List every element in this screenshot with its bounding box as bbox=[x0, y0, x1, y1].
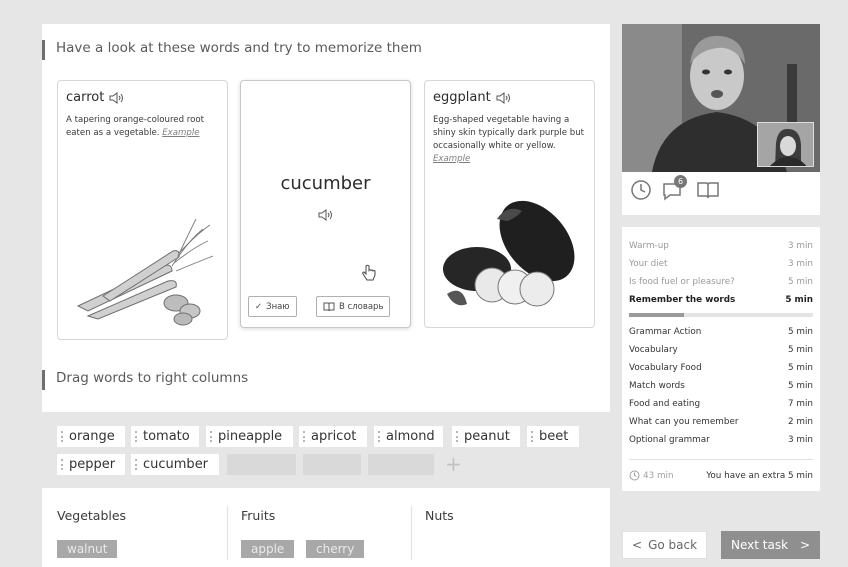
hand-cursor-icon bbox=[362, 264, 376, 281]
plan-item[interactable]: Optional grammar 3 min bbox=[629, 435, 813, 445]
chevron-left-icon: < bbox=[632, 538, 643, 552]
word-title: carrot bbox=[66, 90, 105, 105]
clock-icon[interactable] bbox=[630, 179, 652, 201]
word-card-eggplant[interactable]: eggplant Egg-shaped vegetable having a s… bbox=[424, 80, 595, 328]
eggplant-image bbox=[443, 200, 575, 307]
memorize-panel: Have a look at these words and try to me… bbox=[42, 24, 610, 412]
carrot-image bbox=[76, 218, 214, 326]
chevron-right-icon: > bbox=[800, 538, 811, 552]
word-title: eggplant bbox=[433, 90, 491, 105]
drag-handle-icon[interactable] bbox=[210, 431, 212, 442]
check-icon: ✓ bbox=[255, 301, 263, 312]
category-columns: Vegetables Fruits Nuts walnut apple cher… bbox=[42, 488, 610, 567]
word-chip[interactable]: tomato bbox=[131, 426, 199, 447]
column-title-nuts: Nuts bbox=[425, 508, 454, 523]
placed-word-chip[interactable]: walnut bbox=[57, 540, 118, 558]
lesson-plan: Warm-up 3 min Your diet 3 min Is food fuel… bbox=[622, 227, 820, 491]
word-pool: orange tomato pineapple apricot almond p… bbox=[42, 412, 610, 488]
drag-handle-icon[interactable] bbox=[135, 431, 137, 442]
total-time: 43 min bbox=[643, 470, 674, 481]
plan-item[interactable]: Vocabulary 5 min bbox=[629, 345, 813, 355]
speaker-icon[interactable] bbox=[109, 91, 125, 104]
book-icon[interactable] bbox=[696, 180, 720, 200]
speaker-icon[interactable] bbox=[496, 91, 512, 104]
plan-item-current[interactable]: Remember the words 5 min bbox=[629, 295, 813, 305]
drag-title: Drag words to right columns bbox=[42, 370, 248, 390]
word-chip[interactable]: cucumber bbox=[131, 454, 219, 475]
word-card-carrot[interactable]: carrot A tapering orange-coloured root e… bbox=[57, 80, 228, 340]
extra-time-note: You have an extra 5 min bbox=[706, 470, 813, 481]
column-title-vegetables: Vegetables bbox=[57, 508, 127, 523]
plan-item[interactable]: Match words 5 min bbox=[629, 381, 813, 391]
memorize-title: Have a look at these words and try to me… bbox=[42, 40, 422, 60]
column-divider bbox=[227, 506, 228, 560]
placed-word-chip[interactable]: cherry bbox=[306, 540, 365, 558]
empty-slot bbox=[303, 454, 361, 475]
word-card-cucumber[interactable]: cucumber ✓ Знаю В словарь bbox=[240, 80, 411, 328]
go-back-button[interactable]: < Go back bbox=[622, 531, 707, 559]
word-chip[interactable]: peanut bbox=[452, 426, 520, 447]
plan-item[interactable]: What can you remember 2 min bbox=[629, 417, 813, 427]
column-title-fruits: Fruits bbox=[241, 508, 276, 523]
example-link[interactable]: Example bbox=[162, 128, 199, 138]
plan-item[interactable]: Grammar Action 5 min bbox=[629, 327, 813, 337]
word-description: A tapering orange-coloured root eaten as… bbox=[66, 115, 205, 138]
drag-handle-icon[interactable] bbox=[303, 431, 305, 442]
video-toolbar: 6 bbox=[630, 175, 720, 201]
word-chip[interactable]: apricot bbox=[299, 426, 367, 447]
chat-badge: 6 bbox=[674, 175, 687, 188]
plan-item[interactable]: Food and eating 7 min bbox=[629, 399, 813, 409]
plan-item[interactable]: Vocabulary Food 5 min bbox=[629, 363, 813, 373]
word-chip[interactable]: pepper bbox=[57, 454, 125, 475]
placed-word-chip[interactable]: apple bbox=[241, 540, 295, 558]
video-panel: 6 bbox=[622, 24, 820, 215]
next-task-button[interactable]: Next task > bbox=[721, 531, 820, 559]
plan-item[interactable]: Is food fuel or pleasure? 5 min bbox=[629, 277, 813, 287]
empty-slot bbox=[227, 454, 296, 475]
word-chip[interactable]: almond bbox=[374, 426, 443, 447]
word-description: Egg-shaped vegetable having a shiny skin… bbox=[433, 115, 585, 164]
drag-handle-icon[interactable] bbox=[61, 459, 63, 470]
plan-item[interactable]: Your diet 3 min bbox=[629, 259, 813, 269]
chat-icon-wrapper[interactable]: 6 bbox=[662, 175, 687, 201]
plan-divider bbox=[629, 459, 813, 460]
add-to-dictionary-button[interactable]: В словарь bbox=[316, 296, 391, 317]
book-icon bbox=[323, 302, 335, 311]
plan-item[interactable]: Warm-up 3 min bbox=[629, 241, 813, 251]
plan-footer: 43 min You have an extra 5 min bbox=[629, 470, 813, 481]
word-chip[interactable]: orange bbox=[57, 426, 125, 447]
drag-handle-icon[interactable] bbox=[135, 459, 137, 470]
drag-handle-icon[interactable] bbox=[61, 431, 63, 442]
task-progress-bar bbox=[629, 313, 813, 317]
word-title: cucumber bbox=[280, 173, 371, 194]
speaker-icon[interactable] bbox=[318, 209, 334, 221]
drag-handle-icon[interactable] bbox=[378, 431, 380, 442]
teacher-video[interactable] bbox=[622, 24, 820, 172]
clock-icon bbox=[629, 470, 640, 481]
student-video-frame bbox=[758, 123, 813, 166]
know-button[interactable]: ✓ Знаю bbox=[248, 296, 297, 317]
word-chip[interactable]: beet bbox=[527, 426, 579, 447]
drag-handle-icon[interactable] bbox=[456, 431, 458, 442]
task-progress-fill bbox=[629, 313, 685, 317]
plus-icon[interactable]: + bbox=[445, 454, 462, 474]
drag-handle-icon[interactable] bbox=[531, 431, 533, 442]
word-chip[interactable]: pineapple bbox=[206, 426, 293, 447]
example-link[interactable]: Example bbox=[433, 154, 470, 164]
empty-slot bbox=[368, 454, 434, 475]
student-video[interactable] bbox=[757, 122, 814, 167]
column-divider bbox=[411, 506, 412, 560]
